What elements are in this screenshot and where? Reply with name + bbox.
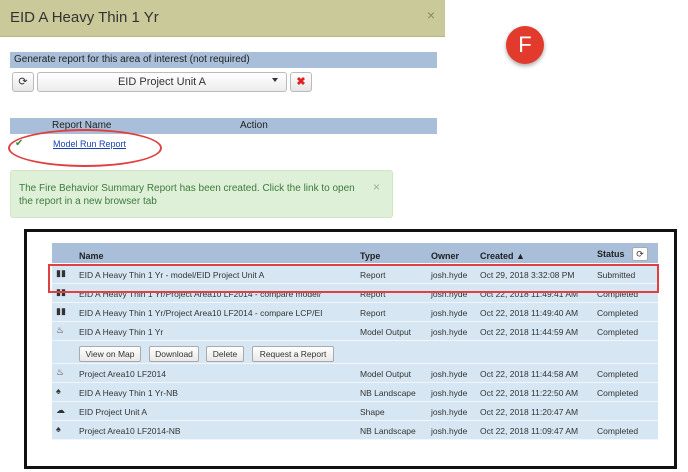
aoi-section-title: Generate report for this area of interes… (14, 54, 250, 65)
dialog-title: EID A Heavy Thin 1 Yr (10, 9, 159, 26)
aoi-selected-value: EID Project Unit A (117, 76, 207, 88)
close-icon[interactable]: × (427, 7, 435, 23)
col-owner[interactable]: Owner (431, 251, 459, 261)
refresh-icon: ⟳ (18, 76, 28, 88)
fire-icon: ♨ (56, 325, 65, 335)
close-icon: ✖ (296, 76, 306, 88)
clear-aoi-button[interactable]: ✖ (290, 72, 312, 92)
chevron-down-icon (272, 78, 278, 82)
dialog-header: EID A Heavy Thin 1 Yr × (0, 0, 445, 37)
view-on-map-button[interactable]: View on Map (79, 346, 141, 362)
bar-chart-icon: ▮▮ (56, 306, 66, 316)
table-row[interactable]: ♨ Project Area10 LF2014 Model Output jos… (52, 364, 658, 383)
aoi-section-header: Generate report for this area of interes… (10, 52, 437, 68)
col-status[interactable]: Status (597, 249, 625, 259)
aoi-select[interactable]: EID Project Unit A (37, 72, 287, 92)
refresh-status-button[interactable]: ⟳ (632, 247, 648, 261)
alert-message: The Fire Behavior Summary Report has bee… (19, 183, 355, 207)
refresh-icon: ⟳ (636, 249, 644, 259)
refresh-button[interactable]: ⟳ (12, 72, 34, 92)
row-actions: View on Map Download Delete Request a Re… (52, 341, 658, 364)
table-row[interactable]: ♠ EID A Heavy Thin 1 Yr-NB NB Landscape … (52, 383, 658, 402)
request-report-button[interactable]: Request a Report (252, 346, 334, 362)
fire-icon: ♨ (56, 367, 65, 377)
table-header: Name Type Owner Created ▲ Status (52, 243, 658, 263)
col-type[interactable]: Type (360, 251, 380, 261)
table-row[interactable]: ♠ Project Area10 LF2014-NB NB Landscape … (52, 421, 658, 440)
table-row[interactable]: ☁ EID Project Unit A Shape josh.hyde Oct… (52, 402, 658, 421)
close-icon[interactable]: × (373, 180, 380, 194)
step-badge: F (506, 26, 544, 64)
tree-icon: ♠ (56, 424, 61, 434)
col-created[interactable]: Created ▲ (480, 251, 525, 261)
aoi-controls: ⟳ EID Project Unit A ✖ (12, 72, 312, 92)
action-header: Action (240, 120, 268, 131)
cloud-icon: ☁ (56, 405, 65, 415)
highlight-box (48, 264, 659, 293)
col-name[interactable]: Name (79, 251, 104, 261)
highlight-oval (8, 129, 162, 167)
sort-ascending-icon: ▲ (516, 251, 525, 261)
download-button[interactable]: Download (149, 346, 199, 362)
success-alert: The Fire Behavior Summary Report has bee… (10, 170, 393, 218)
table-row[interactable]: ♨ EID A Heavy Thin 1 Yr Model Output jos… (52, 322, 658, 341)
table-row[interactable]: ▮▮ EID A Heavy Thin 1 Yr/Project Area10 … (52, 303, 658, 322)
tree-icon: ♠ (56, 386, 61, 396)
delete-button[interactable]: Delete (206, 346, 244, 362)
